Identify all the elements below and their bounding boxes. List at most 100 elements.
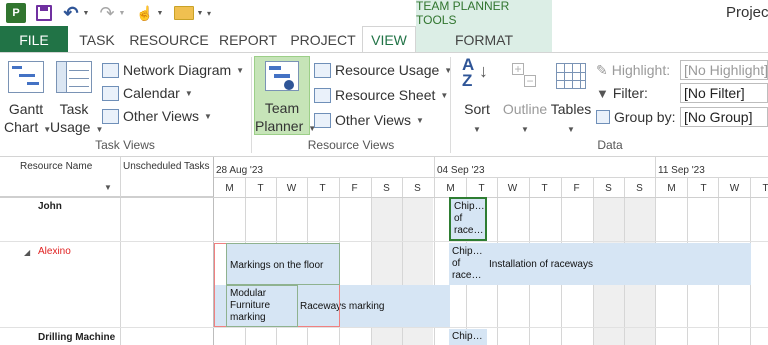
other-views-icon: [314, 112, 331, 128]
open-folder-icon[interactable]: [174, 6, 194, 20]
gantt-chart-label-1: Gantt: [8, 101, 44, 117]
row-divider: [0, 241, 768, 242]
team-planner-button[interactable]: Team Planner ▼: [254, 56, 317, 135]
team-planner-icon: [265, 61, 299, 91]
tables-dropdown-icon: ▼: [567, 125, 575, 134]
task-bar-text: Modular: [230, 288, 267, 299]
tab-view[interactable]: VIEW: [362, 26, 416, 53]
day-label: T: [541, 183, 548, 194]
team-planner-grid: Resource Name ▼ Unscheduled Tasks 28 Aug…: [0, 157, 768, 345]
outline-button[interactable]: + − Outline ▼: [500, 57, 550, 137]
task-bar-text: marking: [230, 312, 266, 323]
day-label: T: [762, 183, 768, 194]
day-label: W: [729, 183, 740, 194]
day-label: M: [446, 183, 455, 194]
tables-button[interactable]: Tables ▼: [550, 57, 592, 137]
day-label: T: [700, 183, 707, 194]
highlight-select[interactable]: [No Highlight]: [680, 60, 768, 80]
filter-select[interactable]: [No Filter]: [680, 83, 768, 103]
team-planner-label-1: Team: [264, 100, 300, 116]
column-dropdown-icon[interactable]: ▼: [104, 183, 112, 192]
resource-usage-icon: [314, 62, 331, 78]
task-bar-text: race…: [452, 270, 482, 281]
task-bar-installation[interactable]: Chip… of race… Installation of raceways: [449, 243, 751, 285]
touch-mode-icon[interactable]: ☝: [136, 3, 154, 23]
resource-row-drilling-machine[interactable]: Drilling Machine: [38, 332, 115, 343]
tab-task[interactable]: TASK: [68, 26, 126, 53]
group-by-select[interactable]: [No Group]: [680, 107, 768, 127]
sort-button[interactable]: A Z ↓ Sort ▼: [456, 55, 498, 137]
task-bar-chipping[interactable]: Chip… of race…: [449, 197, 487, 241]
gantt-chart-button[interactable]: Gantt Chart ▼: [4, 57, 52, 137]
task-bar-chipping-drilling[interactable]: Chip…: [449, 329, 487, 345]
column-divider: [120, 157, 121, 345]
tab-project[interactable]: PROJECT: [284, 26, 362, 53]
day-label: W: [507, 183, 518, 194]
other-views-icon: [102, 108, 119, 124]
gantt-chart-label-2: Chart ▼: [4, 119, 52, 135]
resource-row-alexino[interactable]: Alexino: [38, 246, 71, 257]
resource-other-views-button[interactable]: Other Views ▼: [314, 109, 424, 131]
tab-format[interactable]: FORMAT: [416, 26, 552, 53]
save-icon[interactable]: [36, 5, 52, 21]
team-planner-label-2: Planner ▼: [255, 118, 317, 134]
resource-usage-button[interactable]: Resource Usage ▼: [314, 59, 452, 81]
redo-icon[interactable]: ↷: [98, 3, 116, 23]
outline-icon: + −: [512, 63, 538, 89]
resource-row-john[interactable]: John: [38, 201, 62, 212]
task-bar-text: of: [454, 213, 463, 224]
task-bar-text: Chip…: [454, 201, 485, 212]
task-bar-text: Markings on the floor: [230, 260, 324, 271]
task-bar-text: Installation of raceways: [489, 259, 593, 270]
day-label: W: [286, 183, 297, 194]
row-divider: [0, 327, 768, 328]
day-label: T: [319, 183, 326, 194]
week-label: 11 Sep '23: [658, 165, 705, 176]
day-label: T: [257, 183, 264, 194]
ribbon-tabs: FILE TASK RESOURCE REPORT PROJECT VIEW F…: [0, 26, 768, 53]
network-diagram-button[interactable]: Network Diagram ▼: [102, 59, 244, 81]
outline-dropdown-icon: ▼: [521, 125, 529, 134]
task-usage-button[interactable]: Task Usage ▼: [50, 57, 104, 137]
unscheduled-tasks-header[interactable]: Unscheduled Tasks: [123, 161, 210, 172]
outline-label: Outline: [502, 101, 548, 117]
task-bar-modular-furniture[interactable]: Modular Furniture marking: [226, 285, 298, 327]
sort-az-icon: A Z ↓: [462, 55, 488, 90]
resource-name-header[interactable]: Resource Name: [20, 161, 92, 172]
highlight-icon: ✎: [596, 61, 608, 78]
day-label: M: [667, 183, 676, 194]
task-usage-label-2: Usage ▼: [50, 119, 104, 135]
tab-resource[interactable]: RESOURCE: [126, 26, 212, 53]
highlight-label: ✎ Highlight:: [596, 61, 671, 79]
collapse-triangle-icon[interactable]: ◢: [24, 248, 30, 257]
group-by-label: Group by:: [596, 106, 675, 128]
undo-icon[interactable]: ↶: [62, 3, 80, 23]
day-label: S: [636, 183, 643, 194]
tab-report[interactable]: REPORT: [212, 26, 284, 53]
resource-sheet-button[interactable]: Resource Sheet ▼: [314, 84, 448, 106]
task-views-group-label: Task Views: [95, 138, 155, 152]
day-label: F: [573, 183, 580, 194]
redo-dropdown-icon[interactable]: ▼: [118, 3, 126, 23]
task-other-views-button[interactable]: Other Views ▼: [102, 105, 212, 127]
gantt-chart-icon: [8, 61, 44, 93]
ribbon: Gantt Chart ▼ Task Usage ▼ Network Diagram…: [0, 53, 768, 157]
network-diagram-icon: [102, 62, 119, 78]
undo-dropdown-icon[interactable]: ▼: [82, 3, 90, 23]
day-label: F: [351, 183, 358, 194]
tab-file[interactable]: FILE: [0, 26, 68, 53]
open-dropdown-icon[interactable]: ▼: [196, 3, 204, 23]
calendar-icon: [102, 85, 119, 101]
day-label: T: [478, 183, 485, 194]
touch-mode-dropdown-icon[interactable]: ▼: [156, 3, 164, 23]
calendar-button[interactable]: Calendar ▼: [102, 82, 193, 104]
task-bar-markings-floor[interactable]: Markings on the floor: [226, 243, 340, 285]
sort-dropdown-icon: ▼: [473, 125, 481, 134]
task-bar-text: Chip…: [452, 246, 483, 257]
day-label: S: [414, 183, 421, 194]
customize-toolbar-icon[interactable]: ▾: [204, 3, 214, 23]
day-label: M: [225, 183, 234, 194]
week-label: 04 Sep '23: [437, 165, 485, 176]
resource-views-group-label: Resource Views: [307, 138, 395, 152]
project-app-icon: P: [6, 3, 26, 23]
